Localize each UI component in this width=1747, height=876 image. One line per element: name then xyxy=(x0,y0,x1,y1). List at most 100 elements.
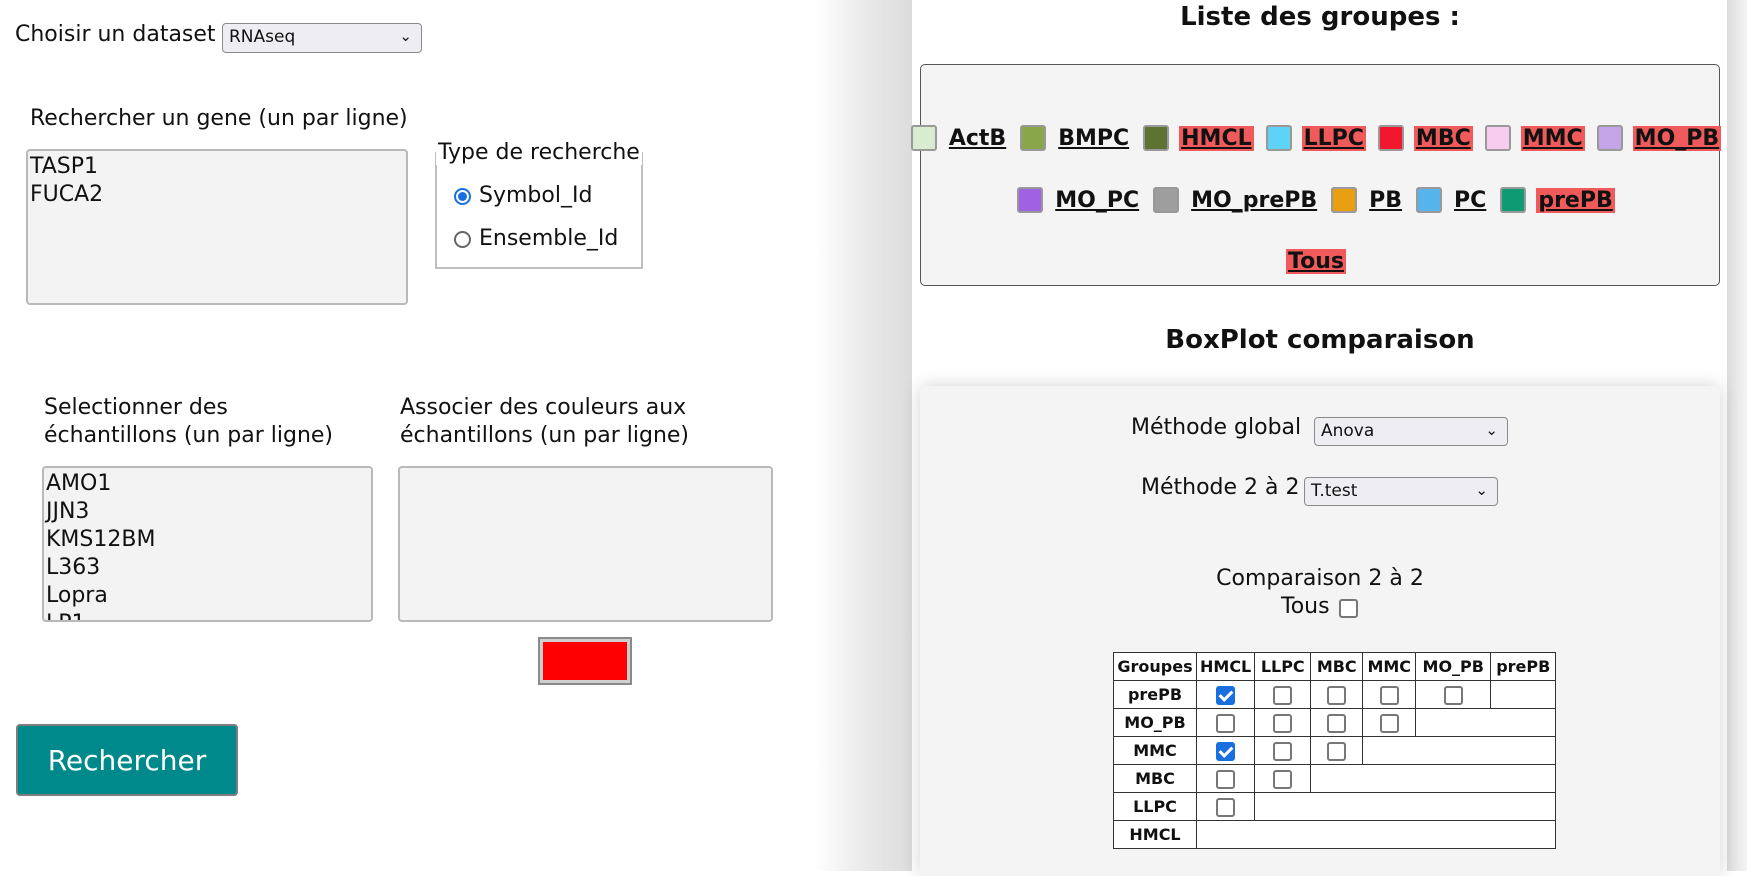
radio-symbol-id[interactable] xyxy=(454,188,471,205)
table-row: HMCL xyxy=(1113,820,1557,849)
table-column-header: prePB xyxy=(1490,652,1557,681)
group-color-swatch[interactable] xyxy=(1484,125,1511,151)
global-method-select[interactable]: Anova ⌄ xyxy=(1314,417,1508,446)
group-link[interactable]: HMCL xyxy=(1179,125,1254,151)
table-column-header: MO_PB xyxy=(1415,652,1492,681)
group-item: PC xyxy=(1416,187,1496,213)
group-link[interactable]: MMC xyxy=(1520,125,1585,151)
group-color-swatch[interactable] xyxy=(1331,187,1358,213)
chevron-down-icon: ⌄ xyxy=(1475,481,1488,499)
dataset-select[interactable]: RNAseq ⌄ xyxy=(222,23,422,53)
comparison-checkbox[interactable] xyxy=(1379,713,1399,733)
comparison-checkbox[interactable] xyxy=(1273,713,1293,733)
table-empty-cell xyxy=(1310,764,1557,793)
color-picker[interactable] xyxy=(538,637,632,685)
dataset-select-value: RNAseq xyxy=(229,27,296,47)
radio-ensemble-id[interactable] xyxy=(454,231,471,248)
table-cell xyxy=(1362,680,1417,709)
table-empty-cell xyxy=(1415,708,1557,737)
table-cell xyxy=(1195,736,1256,765)
table-column-header: LLPC xyxy=(1254,652,1312,681)
table-row-header: LLPC xyxy=(1113,792,1197,821)
comparison-checkbox[interactable] xyxy=(1273,685,1293,705)
boxplot-title: BoxPlot comparaison xyxy=(1165,325,1475,355)
table-cell xyxy=(1254,764,1312,793)
group-item: LLPC xyxy=(1265,125,1374,151)
group-all-link[interactable]: Tous xyxy=(1286,249,1346,274)
table-row-header: prePB xyxy=(1113,680,1197,709)
group-link[interactable]: MO_PB xyxy=(1632,125,1722,151)
comparison-checkbox[interactable] xyxy=(1273,769,1293,789)
group-item: prePB xyxy=(1500,187,1622,213)
table-cell xyxy=(1195,708,1256,737)
comparison-all-checkbox[interactable] xyxy=(1339,599,1358,618)
group-color-swatch[interactable] xyxy=(1416,187,1443,213)
group-color-swatch[interactable] xyxy=(1500,187,1527,213)
group-color-swatch[interactable] xyxy=(1153,187,1180,213)
table-row: MO_PB xyxy=(1113,708,1557,737)
panel-shadow-right xyxy=(1727,0,1747,871)
groups-row-1: ActB BMPC HMCL LLPC MBC MMC MO_PB xyxy=(910,125,1722,151)
groups-row-2: MO_PC MO_prePB PB PC prePB xyxy=(921,187,1719,213)
group-item: MO_PB xyxy=(1596,125,1730,151)
group-color-swatch[interactable] xyxy=(1596,125,1623,151)
samples-textarea[interactable]: AMO1 JJN3 KMS12BM L363 Lopra LP1 xyxy=(42,466,373,622)
group-link[interactable]: LLPC xyxy=(1301,125,1366,151)
comparison-checkbox[interactable] xyxy=(1327,713,1347,733)
group-link[interactable]: MO_prePB xyxy=(1189,188,1319,213)
comparison-checkbox[interactable] xyxy=(1216,797,1236,817)
comparison-checkbox[interactable] xyxy=(1327,685,1347,705)
group-color-swatch[interactable] xyxy=(1377,125,1404,151)
comparison-checkbox[interactable] xyxy=(1379,685,1399,705)
samples-label-line1: Selectionner des xyxy=(44,395,228,420)
colors-textarea[interactable] xyxy=(398,466,773,622)
comparison-checkbox[interactable] xyxy=(1327,741,1347,761)
chevron-down-icon: ⌄ xyxy=(399,27,412,45)
group-color-swatch[interactable] xyxy=(910,125,937,151)
table-cell xyxy=(1310,708,1364,737)
comparison-checkbox[interactable] xyxy=(1273,741,1293,761)
group-link[interactable]: PB xyxy=(1367,188,1404,213)
comparison-checkbox[interactable] xyxy=(1216,741,1236,761)
table-row: LLPC xyxy=(1113,792,1557,821)
table-cell xyxy=(1195,764,1256,793)
pair-method-select[interactable]: T.test ⌄ xyxy=(1304,477,1498,506)
group-link[interactable]: PC xyxy=(1452,188,1488,213)
comparison-checkbox[interactable] xyxy=(1216,769,1236,789)
table-column-header: HMCL xyxy=(1195,652,1256,681)
group-color-swatch[interactable] xyxy=(1265,125,1292,151)
group-item: HMCL xyxy=(1143,125,1261,151)
group-color-swatch[interactable] xyxy=(1017,187,1044,213)
group-link[interactable]: MO_PC xyxy=(1053,188,1141,213)
table-cell xyxy=(1310,736,1364,765)
table-cell xyxy=(1254,736,1312,765)
group-item: MBC xyxy=(1377,125,1481,151)
search-button[interactable]: Rechercher xyxy=(16,724,238,796)
groups-title: Liste des groupes : xyxy=(1180,2,1460,32)
group-item: MO_prePB xyxy=(1153,187,1327,213)
group-item: MMC xyxy=(1484,125,1593,151)
group-link[interactable]: MBC xyxy=(1413,125,1473,151)
group-link[interactable]: BMPC xyxy=(1056,126,1131,151)
pair-method-value: T.test xyxy=(1311,481,1358,501)
comparison-table: Groupes HMCL LLPC MBC MMC MO_PB prePB prePB MO_P… xyxy=(1113,652,1557,849)
table-row-header: MO_PB xyxy=(1113,708,1197,737)
search-type-fieldset xyxy=(435,152,643,269)
comparison-checkbox[interactable] xyxy=(1216,713,1236,733)
colors-label-line1: Associer des couleurs aux xyxy=(400,395,687,420)
group-link[interactable]: prePB xyxy=(1536,187,1615,213)
group-item: BMPC xyxy=(1020,125,1139,151)
group-color-swatch[interactable] xyxy=(1143,125,1170,151)
table-column-header: MMC xyxy=(1362,652,1417,681)
group-link[interactable]: ActB xyxy=(947,126,1008,151)
comparison-all-label: Tous xyxy=(1281,594,1330,619)
groups-box: ActB BMPC HMCL LLPC MBC MMC MO_PB MO_PC MO_preP… xyxy=(910,64,1722,286)
group-color-swatch[interactable] xyxy=(1020,125,1047,151)
table-row: MBC xyxy=(1113,764,1557,793)
table-cell xyxy=(1195,792,1256,821)
comparison-checkbox[interactable] xyxy=(1443,685,1463,705)
table-cell xyxy=(1195,680,1256,709)
gene-textarea[interactable]: TASP1 FUCA2 xyxy=(26,149,408,305)
comparison-checkbox[interactable] xyxy=(1216,685,1236,705)
table-empty-cell xyxy=(1362,736,1557,765)
